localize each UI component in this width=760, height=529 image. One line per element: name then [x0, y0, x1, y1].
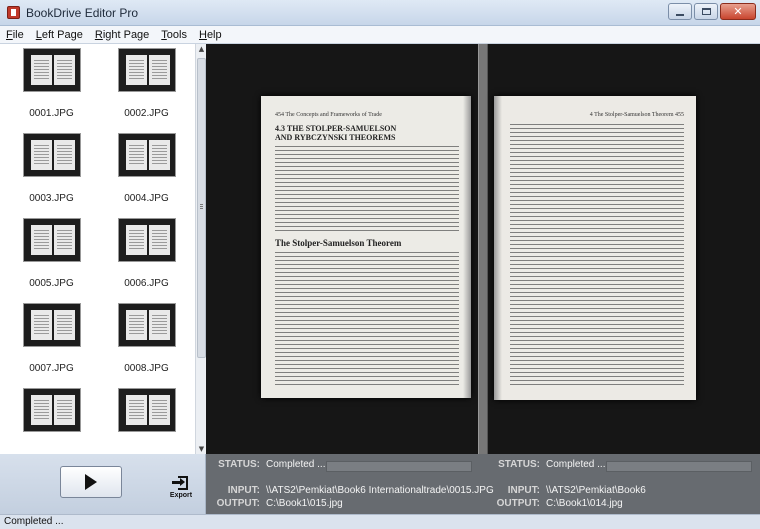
thumbnail-item[interactable]: 0005.JPG [4, 218, 99, 289]
menu-bar: File Left Page Right Page Tools Help [0, 26, 760, 44]
scroll-down-icon[interactable]: ▼ [197, 444, 206, 454]
window-controls: ✕ [668, 3, 756, 20]
page-divider[interactable] [478, 44, 488, 454]
menu-help-label: elp [206, 28, 222, 41]
left-heading-1: 4.3 THE STOLPER-SAMUELSON [275, 124, 397, 133]
left-heading-2: AND RYBCZYNSKI THEOREMS [275, 133, 396, 142]
menu-file-accel: F [6, 28, 13, 41]
thumbnail-image [117, 388, 176, 432]
scrollbar-thumb[interactable] [197, 58, 206, 358]
thumbnail-label: 0007.JPG [29, 363, 74, 374]
menu-file-label: ile [12, 28, 24, 41]
menu-right-page-label: ight Page [102, 28, 150, 41]
right-input-key: INPUT: [507, 485, 540, 496]
right-status-value: Completed ... [546, 459, 606, 470]
status-bar: Completed ... [0, 514, 760, 529]
right-output-row: OUTPUT: C:\Book1\014.jpg [488, 498, 623, 509]
thumbnail-item[interactable] [4, 388, 99, 448]
export-button[interactable]: Export [166, 476, 196, 506]
minimize-button[interactable] [668, 3, 692, 20]
left-page-image[interactable]: 454 The Concepts and Frameworks of Trade… [261, 96, 471, 398]
thumbnail-item[interactable]: 0006.JPG [99, 218, 194, 289]
left-running-head: 454 The Concepts and Frameworks of Trade [275, 112, 382, 118]
scroll-up-icon[interactable]: ▲ [197, 44, 206, 54]
left-status-key: STATUS: [218, 459, 260, 470]
right-status-row: STATUS: Completed ... [488, 459, 605, 470]
page-viewer[interactable]: 454 The Concepts and Frameworks of Trade… [206, 44, 760, 454]
export-icon [172, 476, 190, 490]
thumbnail-label: 0002.JPG [124, 108, 169, 119]
thumbnail-item[interactable]: 0004.JPG [99, 133, 194, 204]
thumbnail-label: 0006.JPG [124, 278, 169, 289]
menu-tools-label: ools [166, 28, 187, 41]
thumbnail-image [117, 48, 176, 92]
close-button[interactable]: ✕ [720, 3, 756, 20]
right-page-image[interactable]: 4 The Stolper-Samuelson Theorem 455 [494, 96, 696, 400]
right-status-key: STATUS: [498, 459, 540, 470]
menu-right-page-accel: R [94, 28, 103, 41]
menu-tools[interactable]: Tools [161, 29, 187, 41]
thumbnail-label: 0003.JPG [29, 193, 74, 204]
play-button[interactable] [60, 466, 122, 498]
menu-file[interactable]: File [6, 29, 24, 41]
left-status-value: Completed ... [266, 459, 326, 470]
thumbnail-item[interactable]: 0007.JPG [4, 303, 99, 374]
menu-right-page[interactable]: Right Page [95, 29, 149, 41]
thumbnail-item[interactable]: 0008.JPG [99, 303, 194, 374]
right-input-row: INPUT: \\ATS2\Pemkiat\Book6 [488, 485, 646, 496]
control-panel: Export [0, 454, 206, 514]
thumbnail-image [22, 303, 81, 347]
maximize-button[interactable] [694, 3, 718, 20]
thumbnail-item[interactable]: 0001.JPG [4, 48, 99, 119]
menu-left-page-label: eft Page [41, 28, 83, 41]
export-label: Export [169, 492, 193, 499]
right-input-value: \\ATS2\Pemkiat\Book6 [546, 485, 646, 496]
left-output-row: OUTPUT: C:\Book1\015.jpg [216, 498, 343, 509]
close-icon: ✕ [733, 5, 743, 18]
left-status-row: STATUS: Completed ... [216, 459, 325, 470]
thumbnail-image [22, 218, 81, 262]
status-panel: STATUS: Completed ... INPUT: \\ATS2\Pemk… [206, 454, 760, 514]
maximize-icon [701, 8, 711, 15]
thumbnail-label: 0008.JPG [124, 363, 169, 374]
thumbnail-label: 0005.JPG [29, 278, 74, 289]
thumbnail-pane[interactable]: 0001.JPG 0002.JPG 0003.JPG 0004.JPG 0005… [0, 44, 206, 454]
thumbnail-item[interactable]: 0002.JPG [99, 48, 194, 119]
menu-help-accel: H [198, 28, 207, 41]
thumbnail-label: 0001.JPG [29, 108, 74, 119]
thumbnail-grid: 0001.JPG 0002.JPG 0003.JPG 0004.JPG 0005… [4, 48, 194, 448]
left-output-value: C:\Book1\015.jpg [266, 498, 343, 509]
left-input-key: INPUT: [227, 485, 260, 496]
thumbnail-image [117, 133, 176, 177]
left-input-value: \\ATS2\Pemkiat\Book6 Internationaltrade\… [266, 485, 494, 496]
left-subheading: The Stolper-Samuelson Theorem [275, 238, 402, 248]
thumbnail-label: 0004.JPG [124, 193, 169, 204]
menu-left-page[interactable]: Left Page [36, 29, 83, 41]
right-running-head: 4 The Stolper-Samuelson Theorem 455 [589, 112, 684, 118]
thumbnail-image [117, 218, 176, 262]
app-icon [7, 6, 20, 19]
thumbnail-item[interactable]: 0003.JPG [4, 133, 99, 204]
left-output-key: OUTPUT: [216, 498, 260, 509]
right-output-key: OUTPUT: [496, 498, 540, 509]
menu-help[interactable]: Help [199, 29, 222, 41]
left-progress-bar [326, 461, 472, 472]
minimize-icon [676, 13, 684, 16]
thumbnail-image [22, 388, 81, 432]
right-output-value: C:\Book1\014.jpg [546, 498, 623, 509]
play-icon [85, 474, 97, 490]
thumbnail-item[interactable] [99, 388, 194, 448]
thumbnail-image [117, 303, 176, 347]
thumbnail-image [22, 133, 81, 177]
title-bar: BookDrive Editor Pro ✕ [0, 0, 760, 26]
thumbnail-image [22, 48, 81, 92]
left-input-row: INPUT: \\ATS2\Pemkiat\Book6 Internationa… [216, 485, 494, 496]
right-progress-bar [606, 461, 752, 472]
window-title: BookDrive Editor Pro [26, 6, 139, 20]
thumbnail-scrollbar[interactable]: ▲ ▼ [195, 44, 206, 454]
